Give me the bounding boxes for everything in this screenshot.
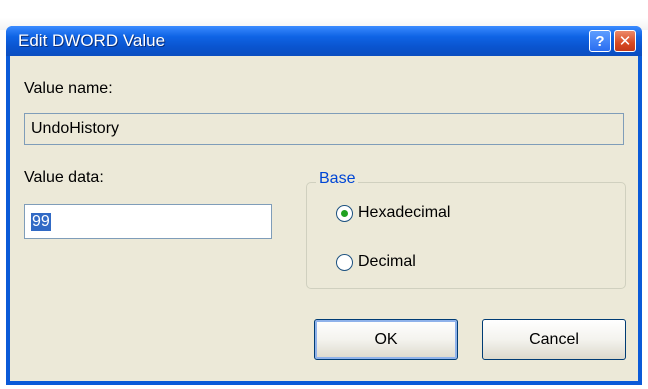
help-icon: ?: [595, 32, 605, 50]
ok-button-label: OK: [374, 330, 398, 348]
value-name-label: Value name:: [24, 80, 113, 97]
value-data-text: 99: [31, 212, 51, 231]
close-icon: ✕: [618, 33, 632, 50]
value-name-field[interactable]: UndoHistory: [24, 113, 624, 145]
radio-decimal[interactable]: Decimal: [336, 253, 416, 271]
title-bar[interactable]: Edit DWORD Value ? ✕: [6, 26, 642, 56]
base-group-label: Base: [316, 170, 359, 188]
close-button[interactable]: ✕: [614, 30, 636, 52]
ok-button[interactable]: OK: [314, 319, 458, 360]
radio-hexadecimal-circle[interactable]: [336, 204, 353, 222]
value-data-input[interactable]: 99: [24, 204, 272, 239]
base-groupbox: [306, 182, 626, 289]
radio-decimal-circle[interactable]: [336, 253, 353, 271]
cancel-button-label: Cancel: [529, 330, 579, 348]
value-data-label: Value data:: [24, 169, 104, 186]
help-button[interactable]: ?: [589, 30, 611, 52]
cancel-button[interactable]: Cancel: [482, 319, 626, 360]
dialog-title: Edit DWORD Value: [18, 31, 166, 50]
radio-selected-dot: [341, 209, 348, 217]
radio-hexadecimal-label: Hexadecimal: [358, 204, 451, 221]
radio-hexadecimal[interactable]: Hexadecimal: [336, 204, 450, 222]
value-name-text: UndoHistory: [31, 120, 120, 137]
dialog-body: Value name: UndoHistory Value data: 99 B…: [10, 56, 638, 381]
radio-decimal-label: Decimal: [358, 253, 416, 270]
edit-dword-dialog: Edit DWORD Value ? ✕ Value name: UndoHis…: [6, 26, 642, 385]
